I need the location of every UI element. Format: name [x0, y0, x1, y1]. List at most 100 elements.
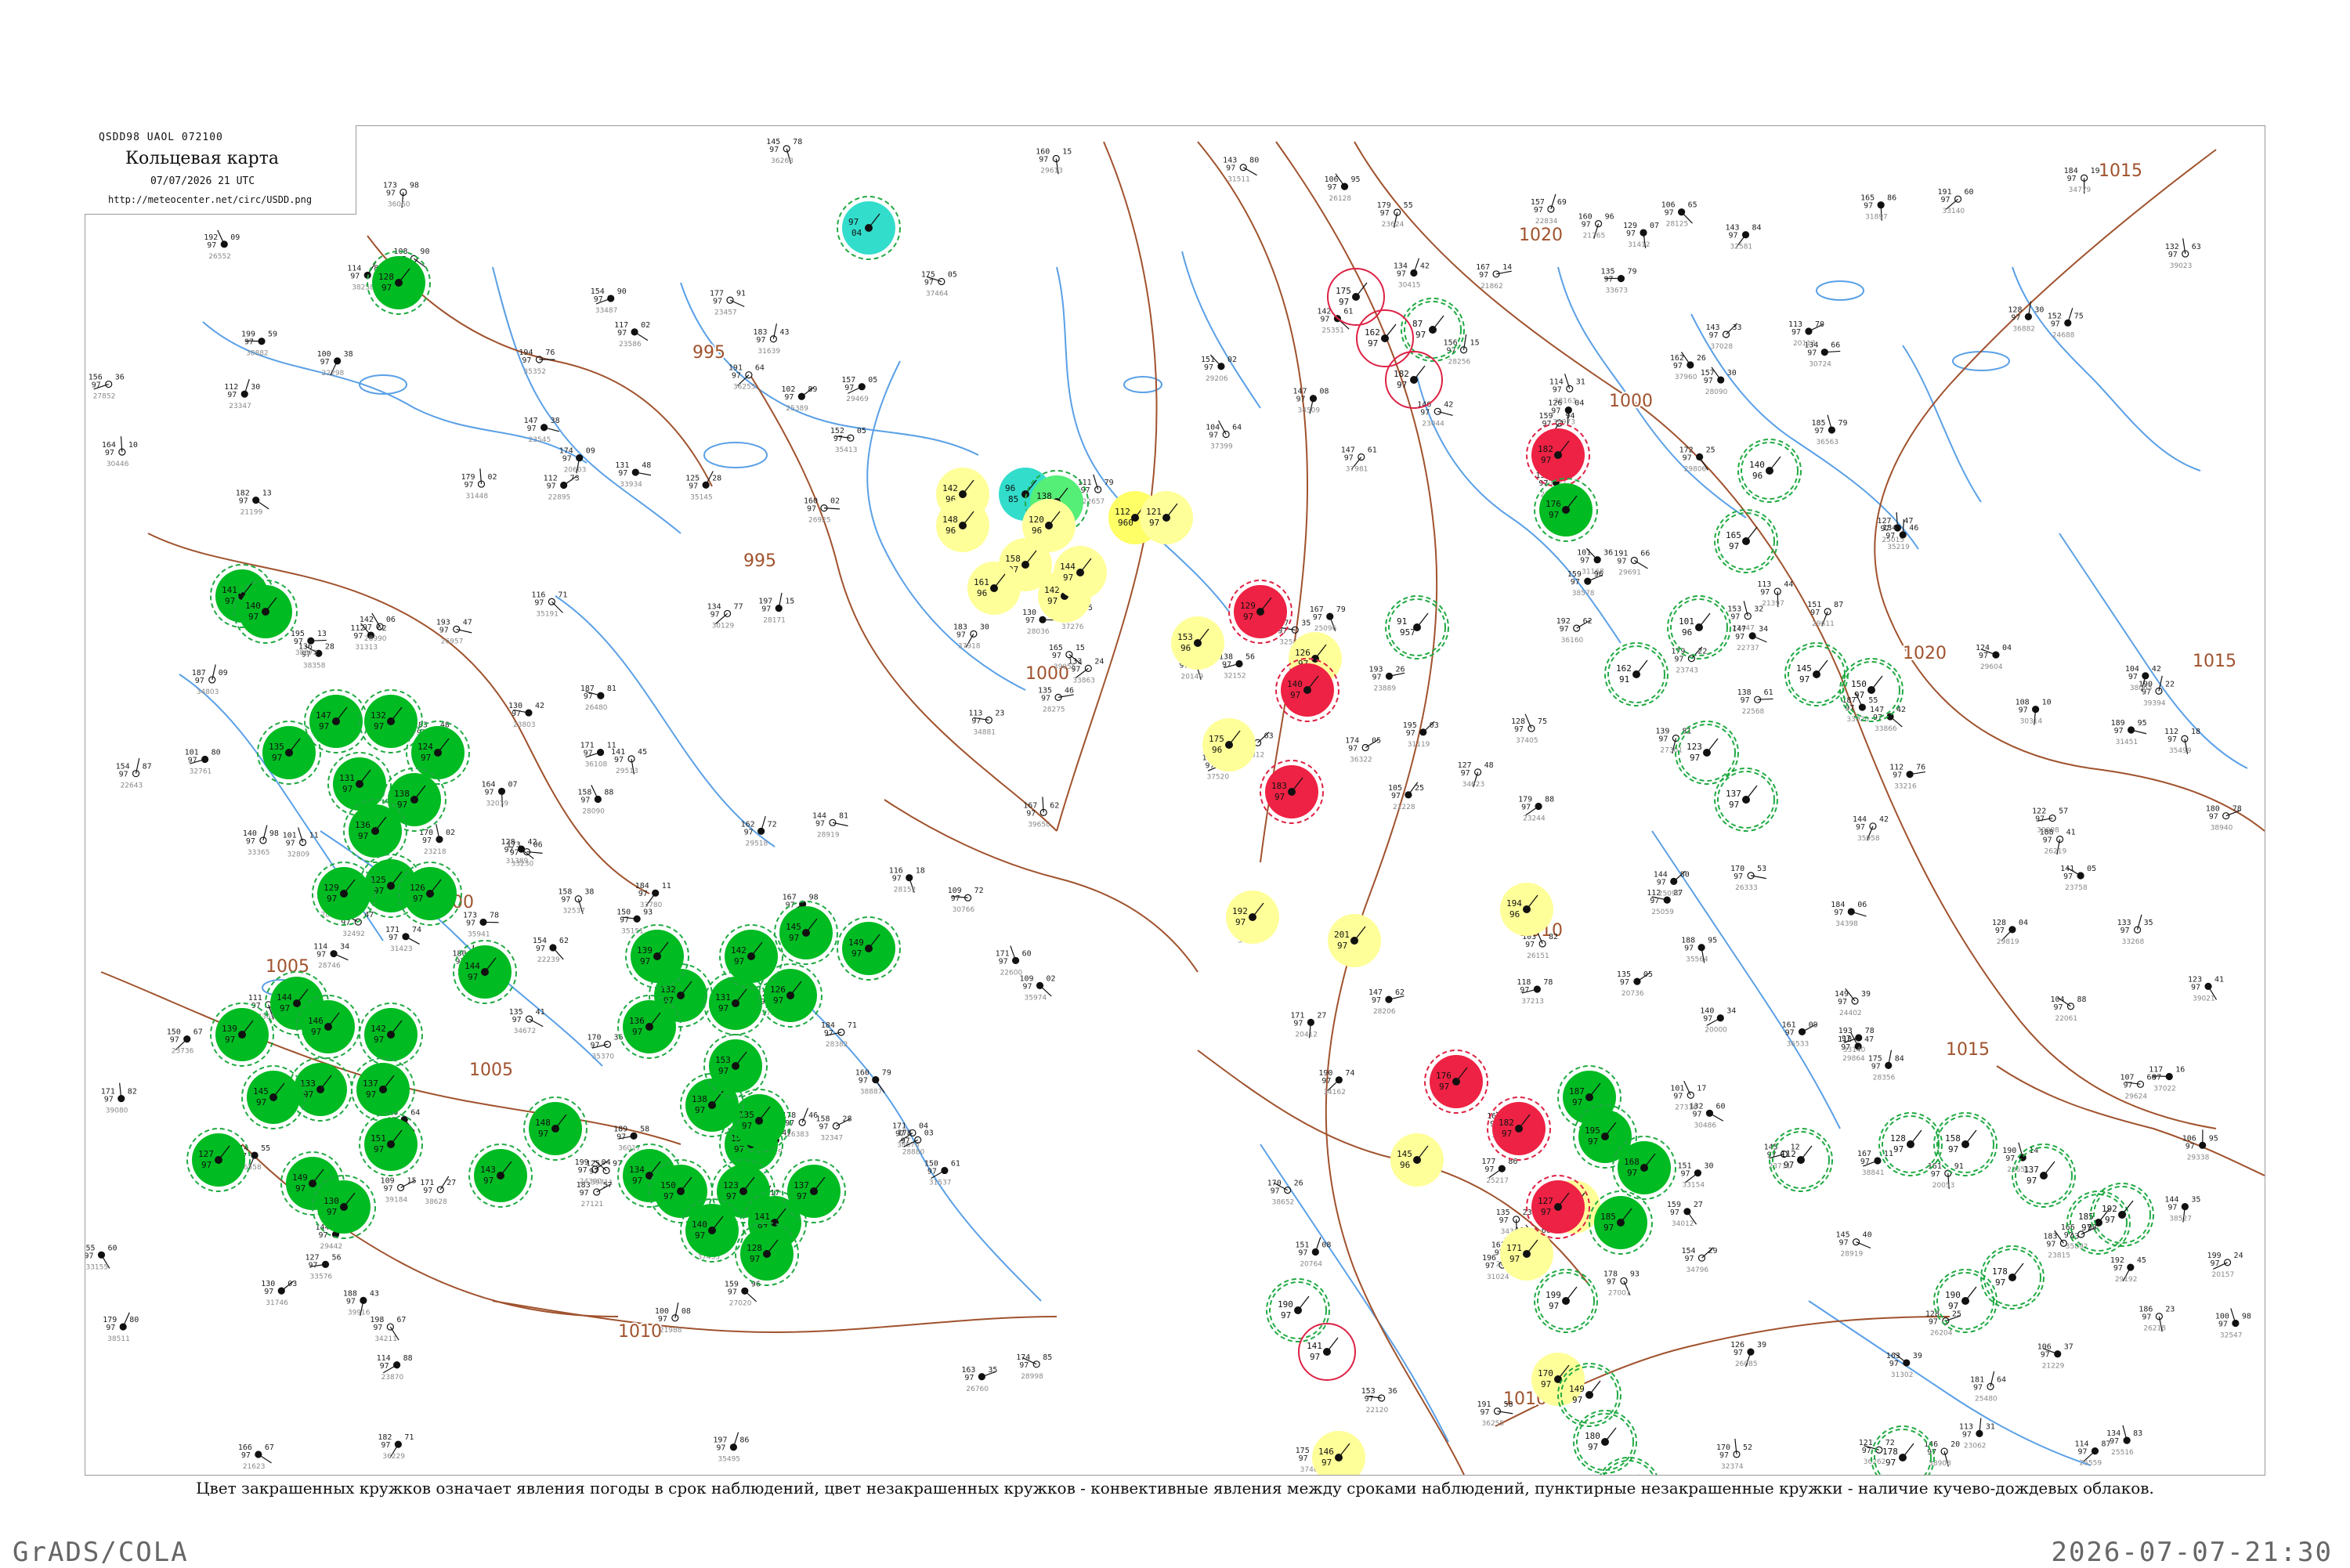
station-circle-ring-green[interactable]: 19997 — [1535, 1270, 1597, 1332]
station-circle-fill-light-yellow[interactable]: 14697 — [1312, 1431, 1365, 1475]
station-circle-fill-light-yellow[interactable]: 17596 — [1202, 718, 1256, 771]
station-circle-fill-green[interactable]: 12897 — [367, 251, 430, 314]
svg-text:47: 47 — [1864, 1035, 1874, 1044]
station-circle-fill-green[interactable]: 14297 — [720, 925, 783, 988]
station-circle-fill-light-yellow[interactable]: 14497 — [1054, 546, 1107, 599]
station-plot: 101971132809 — [283, 827, 319, 858]
svg-text:29624: 29624 — [2124, 1093, 2147, 1100]
svg-text:79: 79 — [1336, 605, 1346, 614]
station-circle-fill-green[interactable]: 14897 — [524, 1097, 587, 1160]
svg-text:79: 79 — [1627, 268, 1636, 276]
station-circle-fill-red[interactable]: 18297 — [1527, 424, 1589, 486]
station-circle-fill-green[interactable]: 12797 — [187, 1129, 250, 1191]
station-circle-fill-light-yellow[interactable]: 19496 — [1500, 883, 1553, 936]
svg-text:39023: 39023 — [2170, 262, 2193, 270]
station-plot: 133972433863 — [1068, 657, 1104, 685]
station-circle-fill-green[interactable]: 13797 — [783, 1160, 845, 1223]
station-circle-ring-red[interactable]: 18297 — [1386, 352, 1442, 408]
station-circle-fill-green[interactable]: 15197 — [360, 1113, 422, 1176]
svg-text:32492: 32492 — [342, 930, 365, 938]
footer-software: GrADS/COLA — [13, 1537, 189, 1568]
svg-text:34: 34 — [340, 943, 349, 952]
station-circle-fill-light-yellow[interactable]: 12096 — [1022, 499, 1076, 552]
station-circle-ring-green[interactable]: 19097 — [1267, 1279, 1329, 1342]
station-circle-fill-green[interactable]: 12997 — [313, 862, 375, 925]
svg-text:96: 96 — [1180, 643, 1191, 653]
station-circle-fill-light-yellow[interactable]: 16196 — [967, 562, 1021, 615]
station-circle-fill-light-yellow[interactable]: 14596 — [1390, 1133, 1444, 1187]
station-circle-fill-green[interactable]: 15397 — [704, 1035, 767, 1097]
station-circle-fill-green[interactable]: 14597 — [242, 1066, 305, 1129]
station-circle-fill-green[interactable]: 14797 — [305, 690, 367, 753]
svg-text:97: 97 — [1658, 735, 1668, 743]
station-circle-ring-green[interactable]: 11297 — [1770, 1129, 1832, 1191]
station-circle-ring-green[interactable]: 91957 — [1386, 596, 1448, 659]
station-circle-ring-green[interactable]: 16597 — [1715, 510, 1777, 573]
svg-text:97: 97 — [951, 894, 960, 903]
svg-text:957: 957 — [1400, 627, 1415, 638]
station-plot: 128977537405 — [1511, 714, 1547, 745]
station-plot: 155976033155 — [85, 1244, 118, 1271]
station-circle-ring-green[interactable]: 18597 — [2067, 1191, 2130, 1254]
svg-text:36160: 36160 — [1561, 637, 1584, 645]
station-circle-fill-green[interactable]: 13597 — [258, 721, 320, 784]
station-circle-ring-green[interactable]: 18097 — [1574, 1411, 1636, 1473]
station-plot: 109971539184 — [381, 1176, 417, 1204]
station-plot: 141974529513 — [611, 748, 647, 775]
station-circle-ring-red[interactable]: 14197 — [1299, 1324, 1355, 1380]
station-circle-ring-green[interactable]: 19297 — [2091, 1183, 2153, 1246]
svg-text:97: 97 — [1617, 557, 1626, 565]
station-circle-fill-red[interactable]: 17697 — [1425, 1050, 1488, 1113]
station-circle-fill-light-yellow[interactable]: 12197 — [1140, 491, 1193, 544]
station-circle-ring-green[interactable]: 13797 — [1715, 768, 1777, 831]
station-circle-ring-green[interactable]: 16291 — [1605, 643, 1668, 706]
svg-text:52: 52 — [1743, 1443, 1752, 1452]
station-circle-ring-green[interactable]: 19097 — [1934, 1270, 1997, 1332]
svg-text:97: 97 — [1339, 297, 1349, 307]
station-circle-ring-green[interactable]: 14096 — [1738, 439, 1801, 502]
station-circle-ring-green[interactable]: 15897 — [1934, 1113, 1997, 1176]
station-circle-fill-light-yellow[interactable]: 17197 — [1500, 1227, 1553, 1281]
svg-text:97: 97 — [1864, 202, 1873, 211]
station-circle-fill-red[interactable]: 18397 — [1260, 761, 1323, 823]
station-circle-fill-green[interactable]: 13797 — [352, 1058, 414, 1121]
svg-text:97: 97 — [1929, 1317, 1938, 1326]
station-circle-fill-green[interactable]: 14597 — [775, 901, 837, 964]
svg-text:71: 71 — [848, 1021, 857, 1030]
station-circle-fill-green[interactable]: 14297 — [360, 1003, 422, 1066]
station-plot: 177979123457 — [710, 289, 746, 316]
station-plot: 142970628990 — [360, 613, 396, 643]
station-circle-ring-green[interactable]: 17897 — [1871, 1426, 1934, 1475]
station-plot: 109970235974 — [1020, 974, 1056, 1002]
station-circle-fill-light-yellow[interactable]: 14896 — [936, 499, 989, 552]
station-circle-ring-green[interactable]: 17897 — [1981, 1246, 2044, 1309]
svg-text:136: 136 — [355, 820, 371, 830]
station-circle-ring-green[interactable]: 12897 — [1879, 1113, 1942, 1176]
station-circle-ring-green[interactable]: 14597 — [1785, 643, 1848, 706]
svg-text:128: 128 — [1890, 1133, 1906, 1143]
station-circle-fill-light-yellow[interactable]: 15396 — [1171, 616, 1224, 670]
station-circle-fill-red[interactable]: 18297 — [1488, 1097, 1550, 1160]
station-plot: 152970535413 — [830, 427, 866, 454]
station-circle-fill-green[interactable]: 14397 — [469, 1144, 532, 1207]
svg-text:139: 139 — [222, 1024, 237, 1034]
river-line — [320, 831, 602, 1066]
svg-text:139: 139 — [637, 945, 653, 956]
station-circle-fill-light-yellow[interactable]: 19297 — [1226, 891, 1279, 944]
station-circle-fill-green[interactable]: 13297 — [360, 690, 422, 753]
station-circle-fill-red[interactable]: 12997 — [1229, 580, 1292, 643]
station-plot: 154979033487 — [591, 287, 627, 315]
svg-text:97: 97 — [327, 1207, 337, 1217]
station-circle-ring-red[interactable]: 17597 — [1328, 269, 1384, 325]
station-circle-fill-light-yellow[interactable]: 20197 — [1328, 914, 1381, 967]
station-circle-ring-green[interactable]: 11997 — [1597, 1458, 1660, 1475]
station-circle-fill-green[interactable]: 14997 — [837, 917, 900, 980]
svg-text:28275: 28275 — [1043, 706, 1065, 714]
station-circle-fill-cyan[interactable]: 9704 — [837, 197, 900, 259]
station-circle-ring-red[interactable]: 16297 — [1357, 310, 1413, 367]
svg-text:97: 97 — [1542, 420, 1552, 428]
station-plot: 192976236160 — [1556, 617, 1593, 645]
svg-text:165: 165 — [1726, 530, 1741, 540]
svg-text:97: 97 — [1927, 1448, 1936, 1457]
svg-text:36108: 36108 — [585, 761, 608, 769]
